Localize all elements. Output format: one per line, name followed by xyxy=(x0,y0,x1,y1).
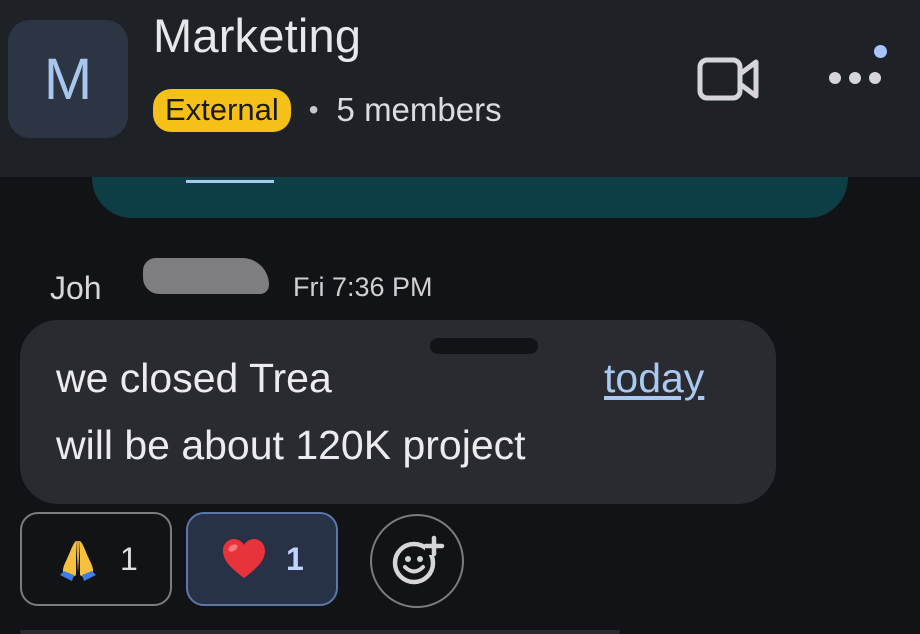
external-badge: External xyxy=(153,88,291,132)
add-reaction-button[interactable] xyxy=(370,514,464,608)
space-title[interactable]: Marketing xyxy=(153,8,361,63)
reaction-folded-hands[interactable]: 1 xyxy=(20,512,172,606)
more-options-button[interactable] xyxy=(822,52,888,104)
redacted-text-overlay xyxy=(382,350,600,400)
space-avatar[interactable]: M xyxy=(8,20,128,138)
message-line-1: we closed Trea xyxy=(56,355,332,401)
chat-header: M Marketing External • 5 members xyxy=(0,0,920,177)
video-camera-icon xyxy=(697,57,759,101)
space-subtitle: External • 5 members xyxy=(153,87,502,133)
redacted-text-overlay-top xyxy=(430,338,538,354)
folded-hands-icon xyxy=(60,541,96,581)
chat-screen: M Marketing External • 5 members Joh Fri… xyxy=(0,0,920,634)
message-line-2: will be about 120K project xyxy=(56,422,526,468)
redacted-name-overlay xyxy=(143,258,269,294)
more-dots-icon xyxy=(829,72,881,84)
previous-message-link[interactable] xyxy=(186,180,274,183)
message-timestamp: Fri 7:36 PM xyxy=(293,272,433,302)
separator-dot: • xyxy=(308,94,319,125)
reaction-red-heart[interactable]: 1 xyxy=(186,512,338,606)
reaction-count: 1 xyxy=(120,540,138,577)
message-bubble[interactable] xyxy=(20,320,776,504)
heart-icon xyxy=(223,539,265,578)
member-count[interactable]: 5 members xyxy=(337,91,502,129)
sender-name[interactable]: Joh xyxy=(50,270,102,307)
reaction-count: 1 xyxy=(286,540,304,577)
message-link[interactable]: today xyxy=(604,355,704,402)
avatar-letter: M xyxy=(43,46,93,112)
video-call-button[interactable] xyxy=(690,48,766,110)
notification-dot xyxy=(874,45,887,58)
add-emoji-icon xyxy=(392,535,445,585)
next-item-edge xyxy=(20,630,620,634)
